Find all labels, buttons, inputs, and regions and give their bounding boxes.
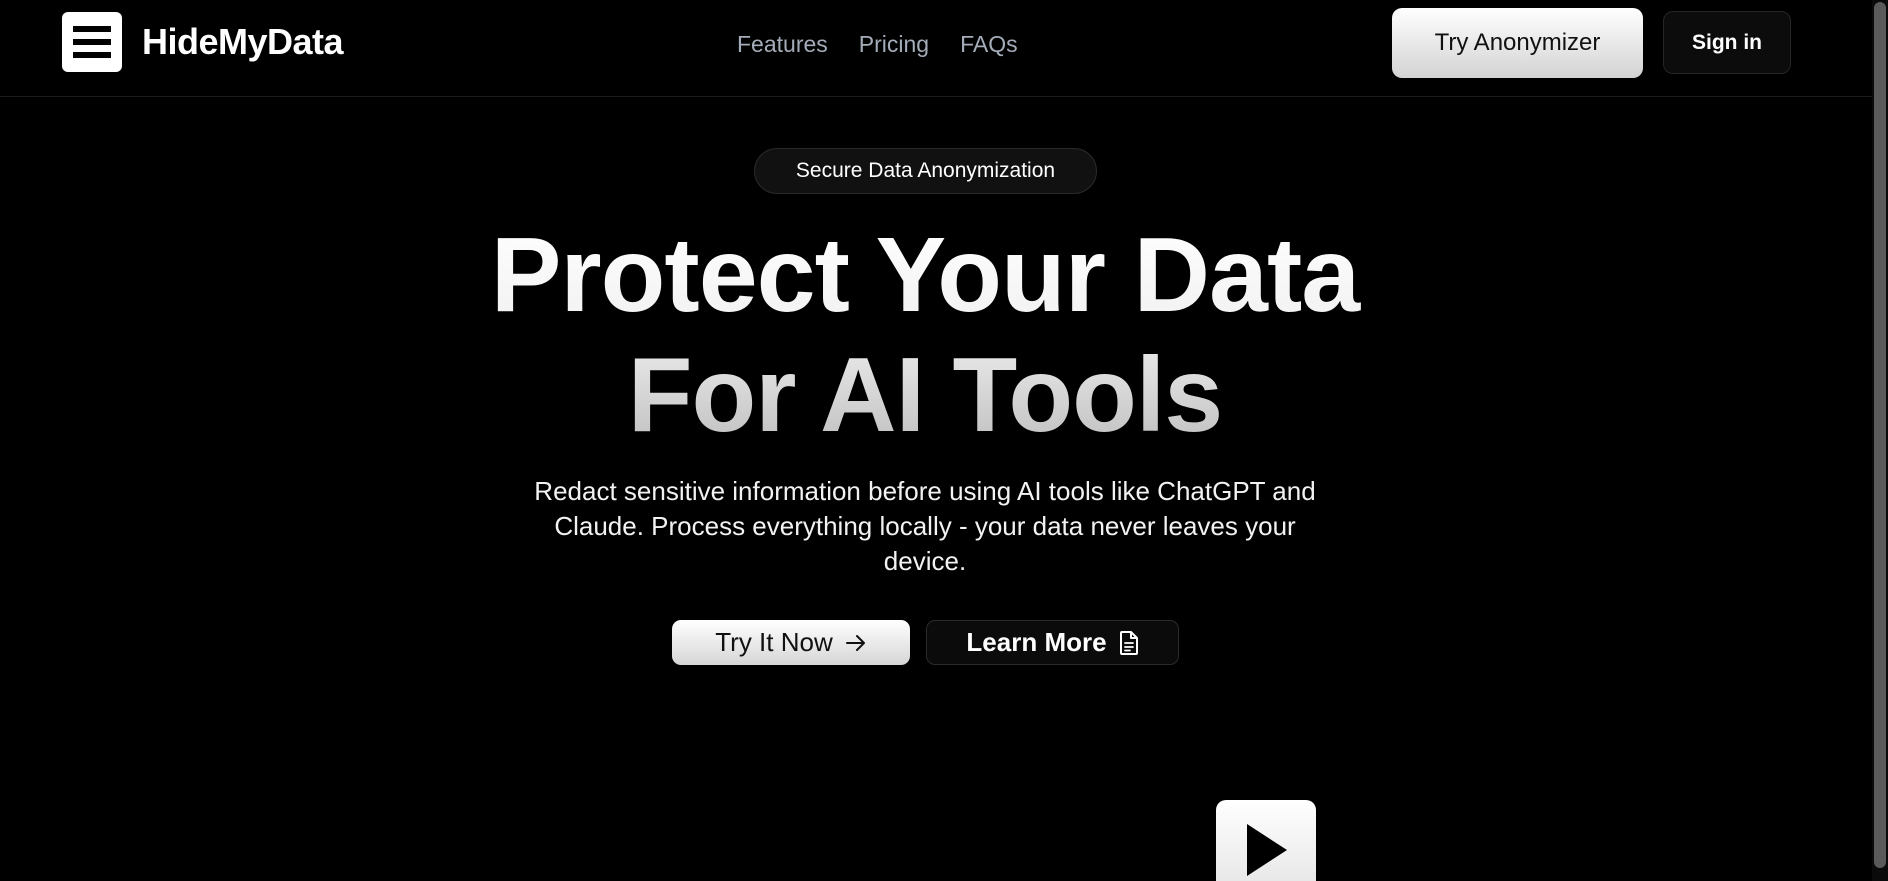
- hero-title-line-2: For AI Tools: [627, 336, 1223, 454]
- nav-link-features[interactable]: Features: [737, 30, 828, 58]
- sign-in-button[interactable]: Sign in: [1663, 11, 1791, 74]
- hero-cta-row: Try It Now Learn More: [672, 620, 1179, 665]
- logo-link[interactable]: HideMyData: [62, 12, 344, 72]
- try-it-now-button[interactable]: Try It Now: [672, 620, 910, 665]
- try-anonymizer-button[interactable]: Try Anonymizer: [1392, 8, 1643, 78]
- hero-badge: Secure Data Anonymization: [754, 148, 1097, 194]
- video-play-button[interactable]: [1216, 800, 1316, 881]
- page: HideMyData Features Pricing FAQs Try Ano…: [0, 0, 1888, 881]
- brand-name: HideMyData: [142, 21, 344, 62]
- hero-title-line-1: Protect Your Data: [490, 216, 1360, 334]
- arrow-right-icon: [845, 634, 865, 651]
- main-nav: Features Pricing FAQs: [737, 30, 1018, 58]
- play-icon: [1247, 824, 1287, 876]
- hero-title: Protect Your Data For AI Tools: [0, 215, 1850, 455]
- document-icon: [1119, 630, 1138, 655]
- nav-link-pricing[interactable]: Pricing: [859, 30, 929, 58]
- nav-link-faqs[interactable]: FAQs: [960, 30, 1018, 58]
- learn-more-label: Learn More: [966, 627, 1107, 657]
- try-it-now-label: Try It Now: [715, 627, 833, 657]
- menu-icon: [62, 12, 122, 72]
- site-header: HideMyData Features Pricing FAQs Try Ano…: [0, 0, 1888, 97]
- page-scrollbar[interactable]: [1872, 0, 1888, 881]
- scrollbar-thumb[interactable]: [1874, 2, 1886, 868]
- learn-more-button[interactable]: Learn More: [926, 620, 1179, 665]
- hero-subtitle: Redact sensitive information before usin…: [534, 476, 1316, 576]
